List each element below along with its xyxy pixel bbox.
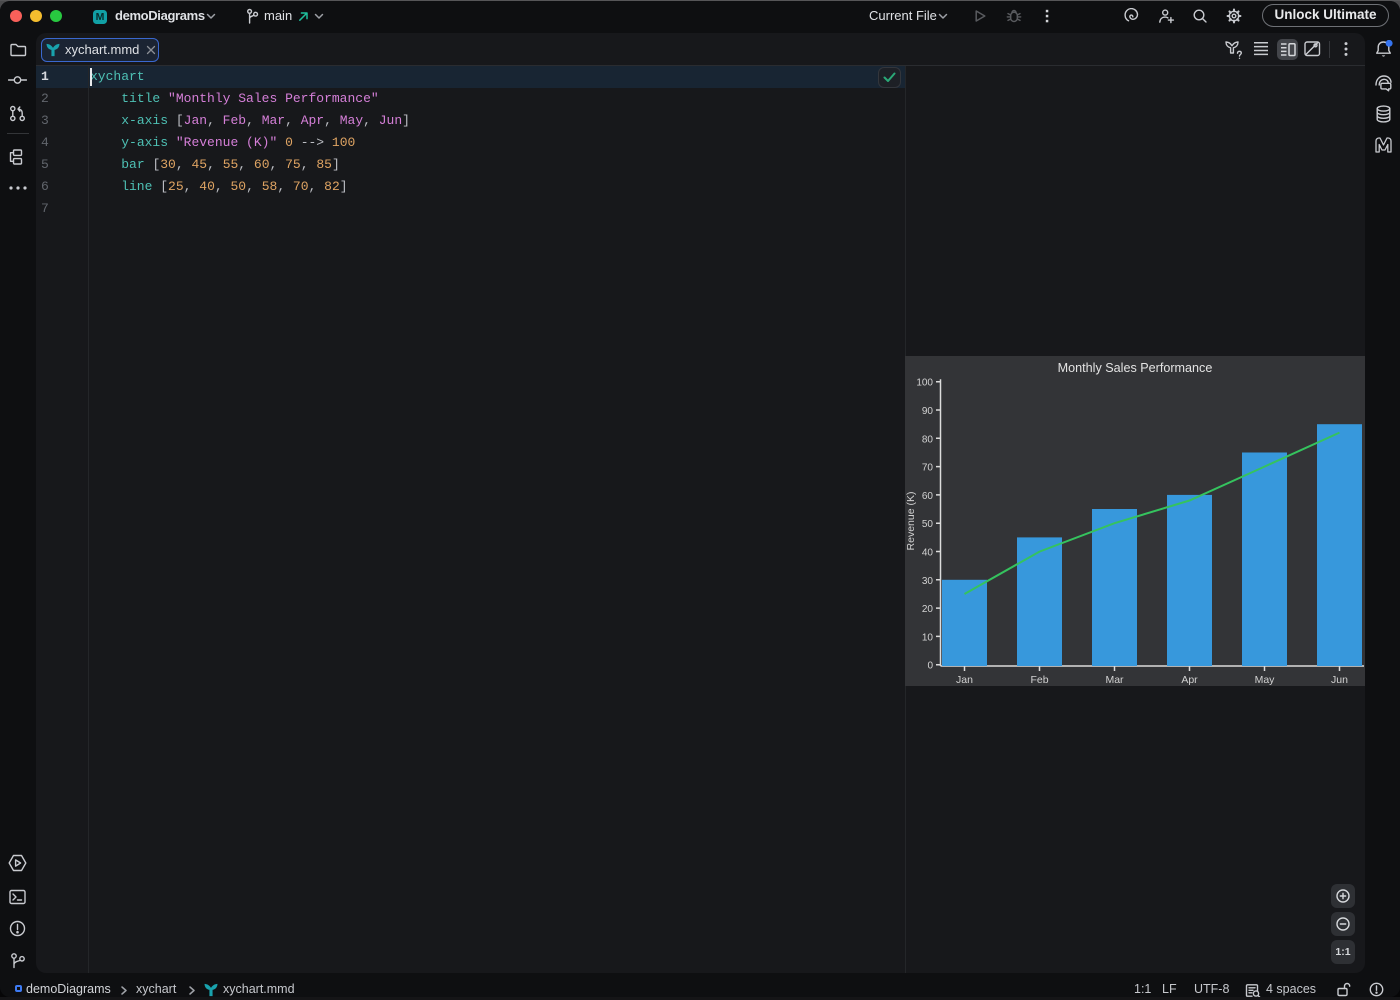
- svg-text:May: May: [1255, 674, 1276, 686]
- svg-text:Jun: Jun: [1331, 674, 1348, 686]
- svg-text:0: 0: [927, 661, 933, 672]
- svg-text:10: 10: [922, 632, 934, 643]
- svg-text:Mar: Mar: [1105, 674, 1124, 686]
- svg-text:30: 30: [922, 576, 934, 587]
- svg-text:Monthly Sales Performance: Monthly Sales Performance: [1058, 361, 1213, 375]
- svg-text:80: 80: [922, 434, 934, 445]
- svg-text:70: 70: [922, 463, 934, 474]
- svg-text:100: 100: [916, 378, 933, 389]
- svg-text:50: 50: [922, 519, 934, 530]
- svg-text:40: 40: [922, 548, 934, 559]
- svg-text:Revenue (K): Revenue (K): [905, 492, 917, 551]
- svg-text:Jan: Jan: [956, 674, 973, 686]
- svg-text:Feb: Feb: [1030, 674, 1048, 686]
- svg-text:60: 60: [922, 491, 934, 502]
- svg-text:90: 90: [922, 406, 934, 417]
- svg-text:20: 20: [922, 604, 934, 615]
- svg-text:Apr: Apr: [1181, 674, 1198, 686]
